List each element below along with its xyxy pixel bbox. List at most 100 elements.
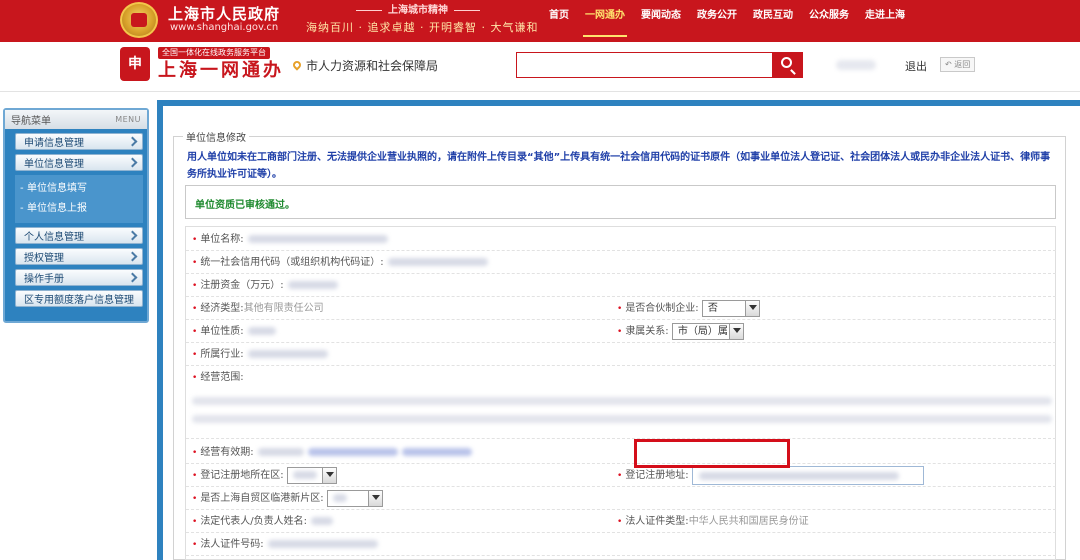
sidebar-item-label: 单位信息管理 xyxy=(24,159,84,170)
credit-code-redacted xyxy=(387,258,488,266)
affiliation-select[interactable]: 市（局）属 xyxy=(671,322,744,340)
unit-info-submenu: 单位信息填写 单位信息上报 xyxy=(15,175,143,223)
legal-rep-field: • 法定代表人/负责人姓名: xyxy=(192,511,334,533)
field-label: 法人证件类型: xyxy=(625,516,689,527)
validity-end-redacted xyxy=(401,448,472,456)
fieldset-legend: 单位信息修改 xyxy=(183,129,249,144)
sidebar-menu-label: MENU xyxy=(115,115,141,124)
form-row: • 登记注册地所在区: • 登记注册地址: xyxy=(186,465,1056,487)
sidebar-item-manual[interactable]: 操作手册 xyxy=(15,269,143,286)
reg-district-select[interactable] xyxy=(286,466,337,484)
nav-gov-open[interactable]: 政务公开 xyxy=(689,0,745,42)
form-row: • 法定代表人/负责人姓名: • 法人证件类型:中华人民共和国居民身份证 xyxy=(186,511,1056,533)
validity-field: • 经营有效期: xyxy=(192,442,472,464)
chevron-right-icon xyxy=(127,272,138,283)
national-emblem-icon xyxy=(120,2,158,38)
field-label: 经济类型: xyxy=(200,303,244,314)
cert-type-value: 中华人民共和国居民身份证 xyxy=(688,516,809,527)
nav-one-net[interactable]: 一网通办 xyxy=(577,0,633,42)
top-banner: 上海市人民政府 www.shanghai.gov.cn 上海城市精神 海纳百川 … xyxy=(0,0,1080,42)
chevron-down-icon xyxy=(321,467,336,483)
form-row: • 经营范围: xyxy=(186,367,1056,439)
unit-nature-redacted xyxy=(247,327,276,335)
site-title[interactable]: 上海市人民政府 xyxy=(168,3,280,24)
affiliation-highlight-box xyxy=(634,439,790,468)
unit-nature-field: • 单位性质: xyxy=(192,321,276,343)
form-row: • 所属行业: xyxy=(186,344,1056,366)
sidebar-item-district-quota[interactable]: 区专用额度落户信息管理 xyxy=(15,290,143,307)
submenu-item-report-unit-info[interactable]: 单位信息上报 xyxy=(15,199,143,219)
nav-public-service[interactable]: 公众服务 xyxy=(801,0,857,42)
department-label: 市人力资源和社会保障局 xyxy=(291,57,438,74)
sidebar-item-label: 授权管理 xyxy=(24,253,64,264)
reg-address-field: • 登记注册地址: xyxy=(617,465,924,487)
form-row: • 经营有效期: xyxy=(186,442,1056,464)
reg-address-redacted xyxy=(698,471,899,480)
submenu-item-fill-unit-info[interactable]: 单位信息填写 xyxy=(15,179,143,199)
capital-field: • 注册资金（万元）: xyxy=(192,275,338,297)
unit-info-form: • 单位名称: • 统一社会信用代码（或组织机构代码证）: • 注册资金（万元）: •… xyxy=(185,226,1056,560)
nav-home[interactable]: 首页 xyxy=(541,0,577,42)
city-spirit-heading: 上海城市精神 xyxy=(350,1,486,16)
field-label: 单位性质: xyxy=(200,326,244,337)
back-label: 返回 xyxy=(954,60,971,69)
user-name-redacted xyxy=(836,60,876,70)
search-button[interactable] xyxy=(772,52,803,78)
service-header: 申 全国一体化在线政务服务平台 上海一网通办 市人力资源和社会保障局 退出 ↶ … xyxy=(0,42,1080,92)
back-button[interactable]: ↶ 返回 xyxy=(940,57,976,72)
approval-status-box: 单位资质已审核通过。 xyxy=(185,185,1056,219)
field-label: 注册资金（万元）: xyxy=(200,280,284,291)
search-input[interactable] xyxy=(516,52,772,78)
partnership-select[interactable]: 否 xyxy=(701,299,760,317)
one-net-logo-icon: 申 xyxy=(120,47,150,81)
sidebar-item-label: 操作手册 xyxy=(24,274,64,285)
ftz-field: • 是否上海自贸区临港新片区: xyxy=(192,488,383,510)
reg-district-field: • 登记注册地所在区: xyxy=(192,465,337,487)
site-url: www.shanghai.gov.cn xyxy=(170,22,279,33)
form-row: • 单位名称: xyxy=(186,229,1056,251)
logout-link[interactable]: 退出 xyxy=(905,58,927,74)
partnership-field: • 是否合伙制企业: 否 xyxy=(617,298,760,320)
nav-interaction[interactable]: 政民互动 xyxy=(745,0,801,42)
scope-redacted xyxy=(192,387,1052,433)
sidebar-item-authorization[interactable]: 授权管理 xyxy=(15,248,143,265)
chevron-down-icon xyxy=(744,300,759,316)
reg-address-input[interactable] xyxy=(691,465,924,485)
credit-code-field: • 统一社会信用代码（或组织机构代码证）: xyxy=(192,252,488,274)
chevron-down-icon xyxy=(728,323,743,339)
field-label: 是否合伙制企业: xyxy=(625,303,699,314)
scope-field: • 经营范围: xyxy=(192,372,244,383)
sidebar-item-application-info[interactable]: 申请信息管理 xyxy=(15,133,143,150)
partnership-selected: 否 xyxy=(707,302,718,314)
chevron-right-icon xyxy=(127,230,138,241)
industry-redacted xyxy=(247,350,328,358)
sidebar-item-unit-info[interactable]: 单位信息管理 xyxy=(15,154,143,171)
ftz-redacted xyxy=(332,493,347,502)
chevron-right-icon xyxy=(127,251,138,262)
field-label: 登记注册地址: xyxy=(625,470,689,481)
sidebar-header: 导航菜单 MENU xyxy=(5,110,147,129)
form-row: • 注册资金（万元）: xyxy=(186,275,1056,297)
sidebar-title: 导航菜单 xyxy=(11,116,51,127)
city-spirit-slogan: 海纳百川 · 追求卓越 · 开明睿智 · 大气谦和 xyxy=(306,21,539,34)
ftz-select[interactable] xyxy=(326,489,383,507)
chevron-right-icon xyxy=(127,136,138,147)
sidebar-item-personal-info[interactable]: 个人信息管理 xyxy=(15,227,143,244)
main-content: 单位信息修改 用人单位如未在工商部门注册、无法提供企业营业执照的，请在附件上传目… xyxy=(163,106,1080,560)
location-pin-icon xyxy=(291,59,303,71)
nav-news[interactable]: 要闻动态 xyxy=(633,0,689,42)
capital-redacted xyxy=(287,281,338,289)
unit-name-field: • 单位名称: xyxy=(192,229,388,251)
field-label: 是否上海自贸区临港新片区: xyxy=(200,493,324,504)
field-label: 统一社会信用代码（或组织机构代码证）: xyxy=(200,257,384,268)
industry-field: • 所属行业: xyxy=(192,344,328,366)
field-label: 法人证件号码: xyxy=(200,539,264,550)
form-row: • 经济类型:其他有限责任公司 • 是否合伙制企业: 否 xyxy=(186,298,1056,320)
field-label: 登记注册地所在区: xyxy=(200,470,284,481)
nav-about-shanghai[interactable]: 走进上海 xyxy=(857,0,913,42)
platform-title[interactable]: 上海一网通办 xyxy=(158,59,284,83)
cert-no-redacted xyxy=(267,540,378,548)
affiliation-field: • 隶属关系: 市（局）属 xyxy=(617,321,744,343)
platform-badge: 全国一体化在线政务服务平台 xyxy=(158,47,270,59)
search-icon xyxy=(781,57,792,68)
